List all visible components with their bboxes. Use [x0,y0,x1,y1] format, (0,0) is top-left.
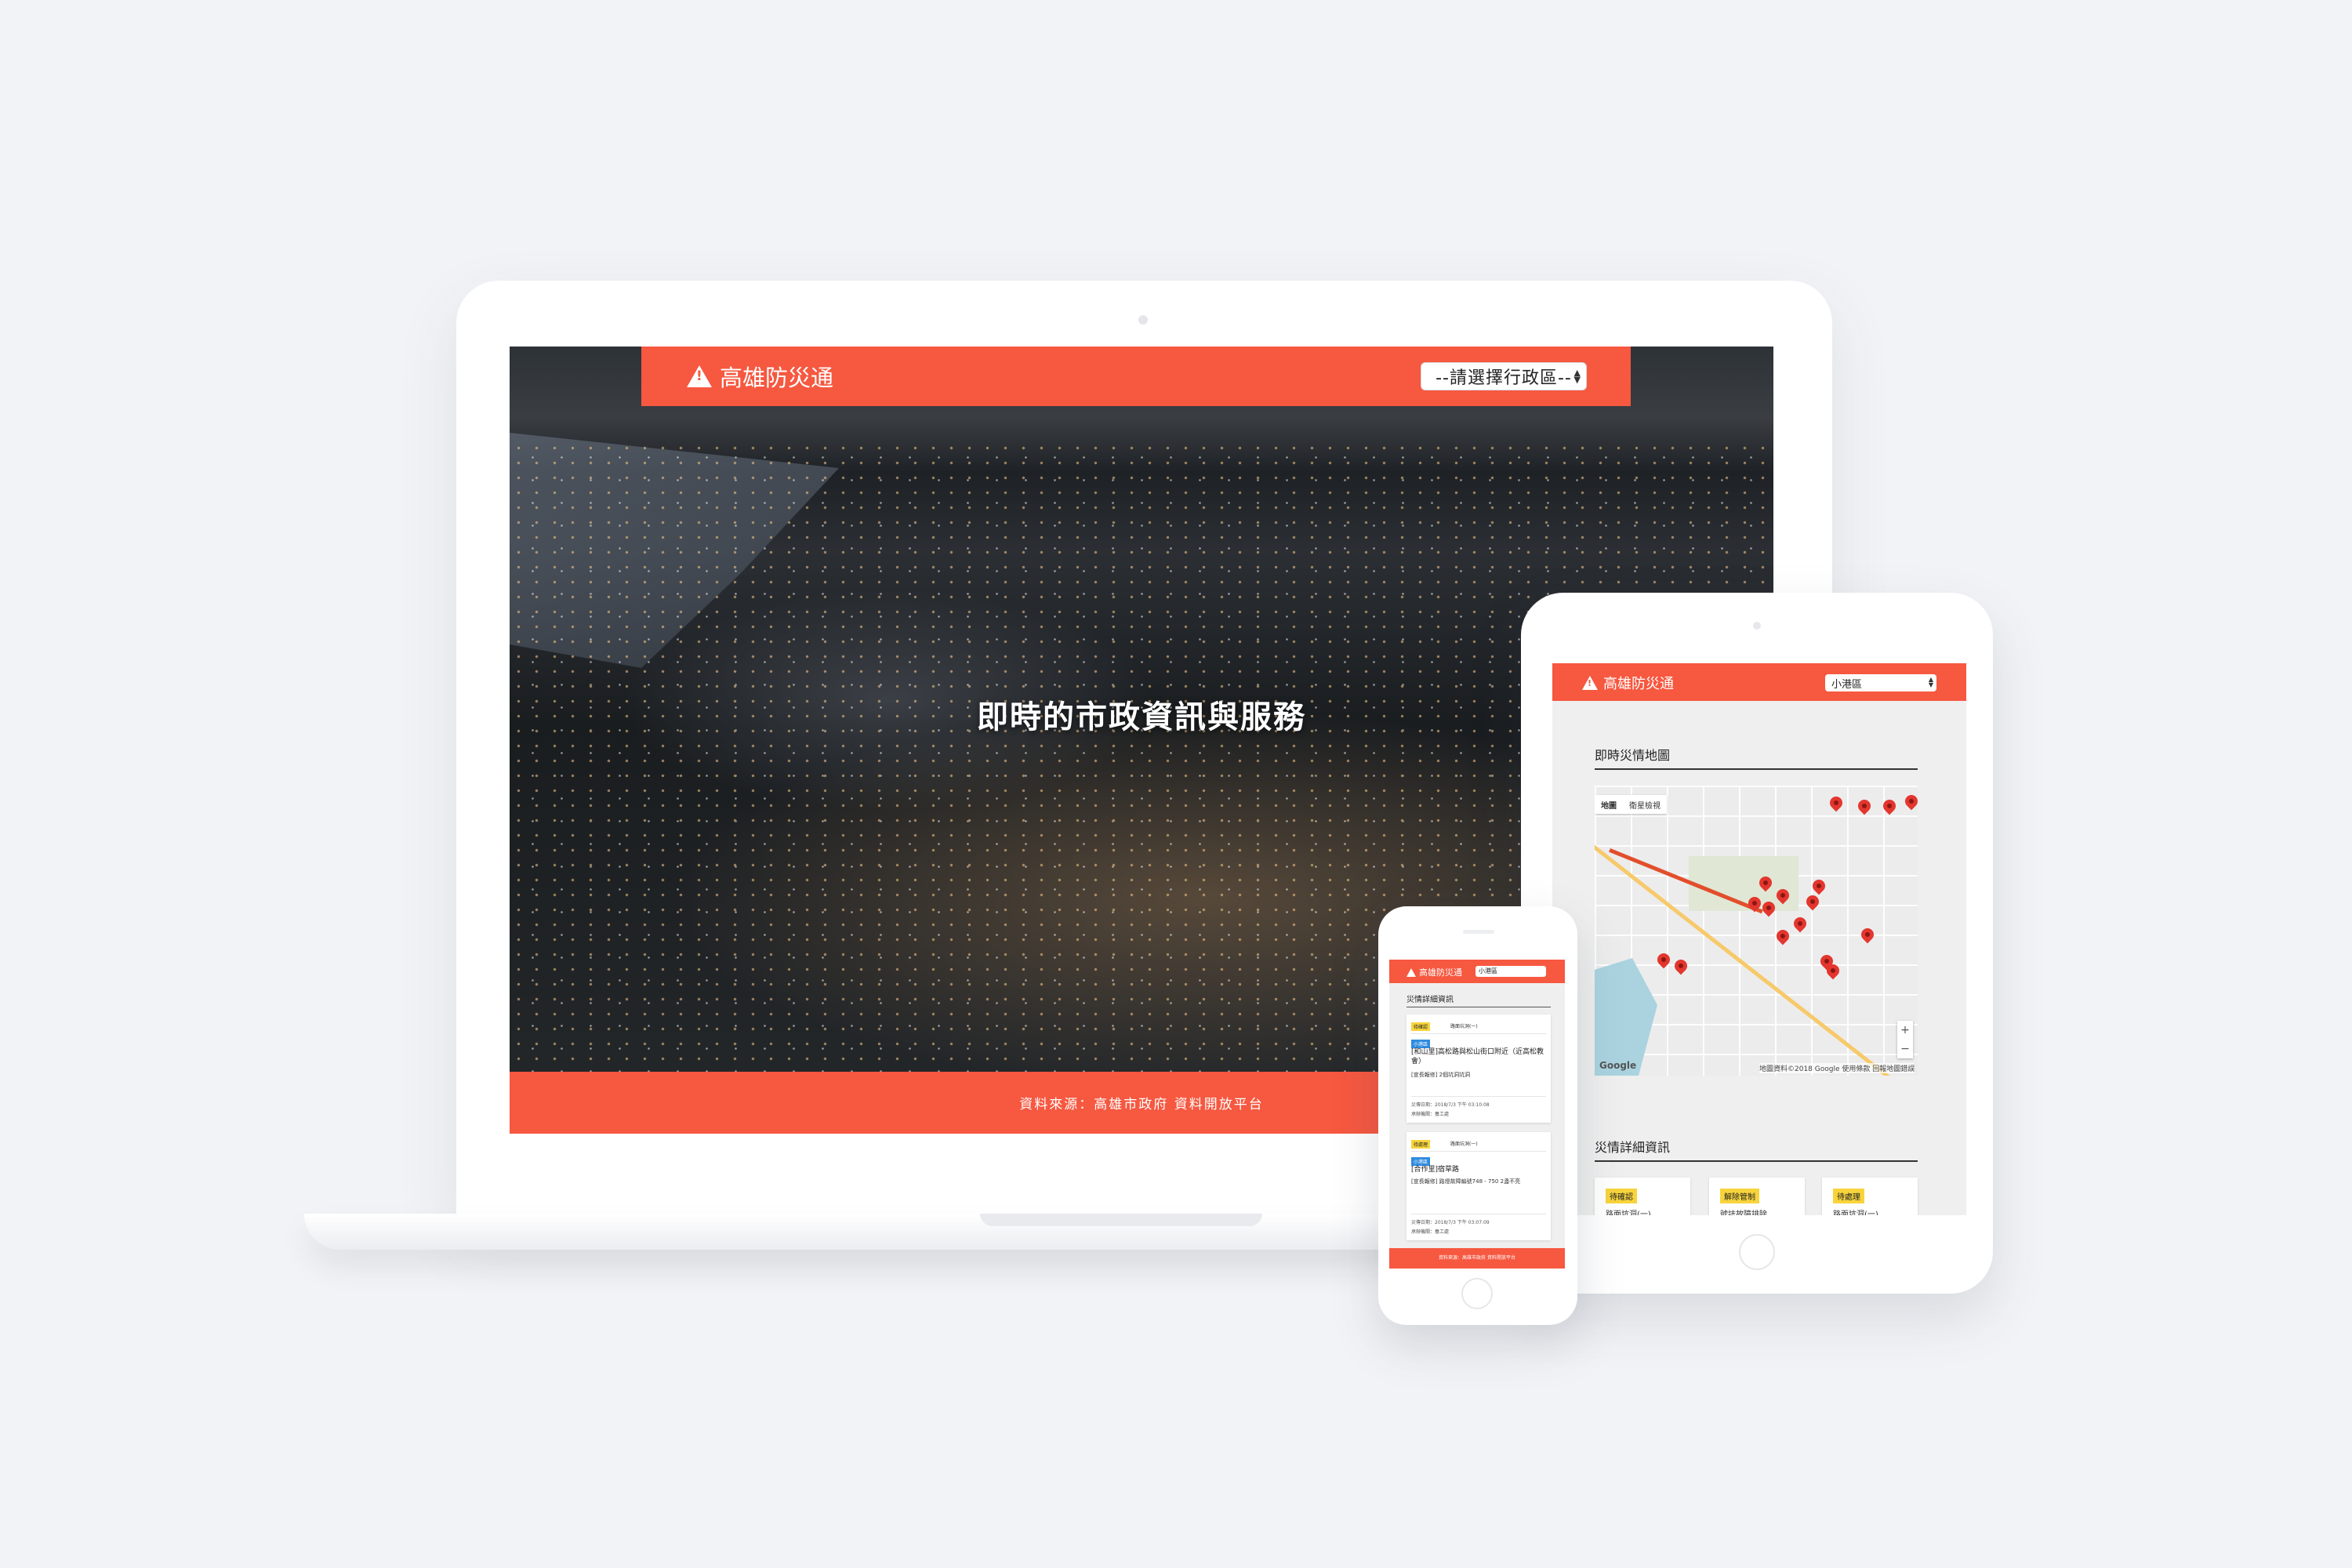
laptop-header: 高雄防災通 --請選擇行政區-- ▲▼ [641,347,1631,406]
laptop-notch [980,1214,1262,1226]
map-type-tabs: 地圖 衛星檢視 [1595,795,1667,814]
phone-footer-text: 資料來源：高雄市政府 資料開放平台 [1439,1255,1515,1261]
app-title: 高雄防災通 [720,365,834,391]
warning-icon [687,365,712,387]
incident-title: 路面坑洞(一) [1606,1210,1651,1215]
status-badge: 待確認 [1606,1189,1637,1203]
status-badge: 待處理 [1411,1140,1431,1149]
district-select[interactable]: --請選擇行政區-- ▲ ▼ [1421,362,1587,390]
tablet-camera [1753,622,1761,630]
phone-speaker [1463,930,1494,934]
incident-card[interactable]: 待確認 路面坑洞(一) [1595,1178,1690,1215]
incident-unit: 承辦機關：養工處 [1411,1229,1450,1235]
phone-app-title: 高雄防災通 [1419,967,1462,978]
district-select-label: --請選擇行政區-- [1436,368,1572,388]
phone-header: 高雄防災通 小港區 [1389,960,1565,983]
phone-district-value: 小港區 [1479,967,1497,975]
incident-time: 災傳日期：2018/7/3 下午 03:07:09 [1411,1220,1490,1225]
phone-app-logo[interactable]: 高雄防災通 [1406,966,1462,978]
phone-incident-card[interactable]: 待處理 路面坑洞(一) 小港區 [合作里]宿草路 [宣長報修] 路燈故障編號74… [1406,1132,1551,1240]
map-tab-map[interactable]: 地圖 [1595,795,1623,814]
incident-description: [宣長報修] 路燈故障編號748 - 750 2盞不亮 [1411,1178,1521,1185]
map-zoom-control[interactable]: + − [1897,1021,1913,1058]
incident-title: 號誌故障排除 [1720,1210,1767,1215]
incident-unit: 承辦機關：養工處 [1411,1112,1450,1117]
phone-incident-card[interactable]: 待確認 路面坑洞(一) 小港區 [和山里]高松路與松山街口附近（近高松教會） [… [1406,1014,1551,1123]
tablet-app-logo[interactable]: 高雄防災通 [1582,673,1674,693]
incident-card[interactable]: 解除管制 號誌故障排除 [1709,1178,1805,1215]
incident-title: [和山里]高松路與松山街口附近（近高松教會） [1411,1048,1544,1065]
map-attribution[interactable]: 地圖資料©2018 Google 使用條款 回報地圖錯誤 [1759,1063,1915,1073]
warning-icon [1582,676,1598,690]
incident-title: [合作里]宿草路 [1411,1166,1460,1174]
phone-district-select[interactable]: 小港區 [1475,966,1546,977]
status-badge: 待處理 [1833,1189,1864,1203]
select-arrows-icon: ▲ ▼ [1573,368,1581,385]
incident-category: 路面坑洞(一) [1450,1142,1478,1147]
select-arrows-icon: ▲ ▼ [1928,676,1933,688]
card-divider [1411,1096,1546,1097]
tablet-header: 高雄防災通 小港區 ▲▼ [1552,663,1966,701]
incident-title: 路面坑洞(一) [1833,1210,1878,1215]
laptop-base [304,1214,1527,1250]
zoom-in-button[interactable]: + [1897,1021,1913,1040]
card-divider [1411,1151,1546,1152]
phone-footer: 資料來源：高雄市政府 資料開放平台 [1389,1248,1565,1269]
map-heading: 即時災情地圖 [1595,745,1918,770]
tablet-district-value: 小港區 [1831,678,1863,691]
warning-icon [1406,967,1416,977]
map-tab-satellite[interactable]: 衛星檢視 [1623,795,1667,814]
incident-time: 災傳日期：2018/7/3 下午 03:10:08 [1411,1102,1490,1108]
footer-source-text: 資料來源：高雄市政府 資料開放平台 [1019,1097,1264,1112]
zoom-out-button[interactable]: − [1897,1040,1913,1058]
tablet-district-select[interactable]: 小港區 ▲ ▼ [1825,674,1936,691]
phone-screen: 高雄防災通 小港區 災情詳細資訊 待確認 路面坑洞(一) 小港區 [和山里]高松… [1389,960,1565,1269]
incident-description: [宣長報修] 2個坑洞坑洞 [1411,1072,1471,1078]
status-badge: 解除管制 [1720,1189,1759,1203]
incident-category: 路面坑洞(一) [1450,1024,1478,1029]
google-logo: Google [1599,1060,1637,1071]
phone-home-button [1461,1278,1493,1309]
status-badge: 待確認 [1411,1022,1431,1031]
app-logo[interactable]: 高雄防災通 [687,361,833,392]
tablet-app-title: 高雄防災通 [1603,676,1674,692]
disaster-map[interactable]: 地圖 衛星檢視 + − Google 地圖資料©2018 Google 使用條款… [1595,786,1918,1076]
tablet-screen: 高雄防災通 小港區 ▲▼ 即時災情地圖 地圖 衛星檢視 [1552,663,1966,1215]
tablet-home-button [1739,1234,1775,1270]
details-heading: 災情詳細資訊 [1595,1137,1918,1162]
incident-card[interactable]: 待處理 路面坑洞(一) [1822,1178,1918,1215]
laptop-camera [1138,315,1148,325]
card-divider [1411,1033,1546,1034]
phone-details-heading: 災情詳細資訊 [1406,993,1551,1007]
